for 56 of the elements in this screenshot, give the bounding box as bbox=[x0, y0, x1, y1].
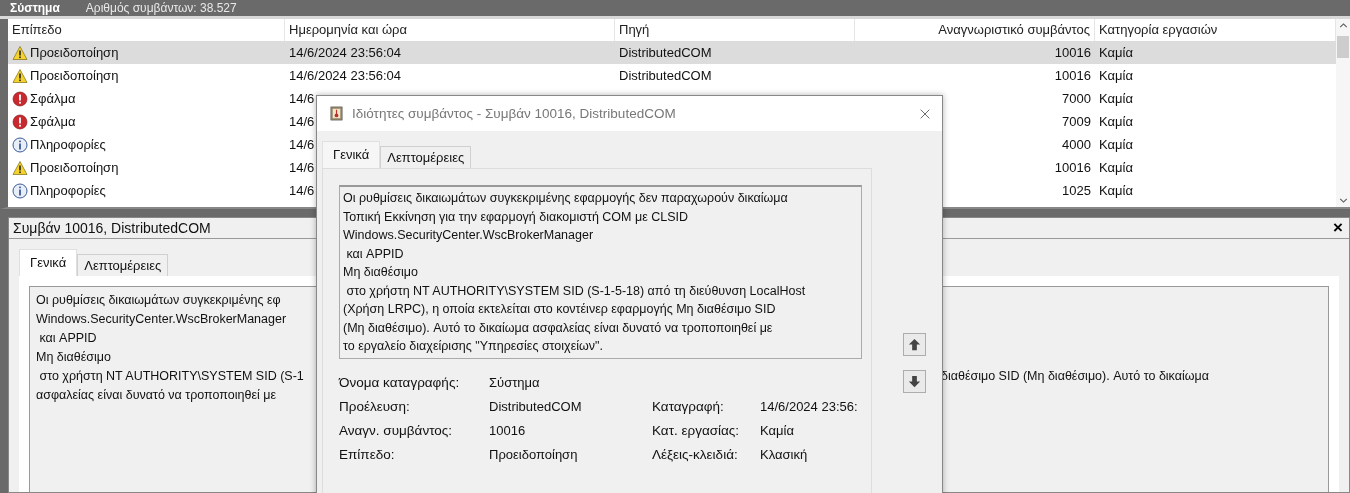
field-value: Σύστημα bbox=[489, 374, 541, 390]
description-text: Οι ρυθμίσεις δικαιωμάτων συγκεκριμένης εφ bbox=[36, 292, 282, 309]
table-cell: 14/6 bbox=[289, 114, 315, 129]
table-cell: 10016 bbox=[1054, 45, 1091, 60]
table-cell: 1025 bbox=[1062, 183, 1091, 198]
table-cell: 10016 bbox=[1054, 68, 1091, 83]
field-value: 10016 bbox=[489, 422, 527, 438]
field-value: Καμία bbox=[760, 422, 795, 438]
table-cell: 14/6 bbox=[289, 160, 315, 175]
table-cell: 10016 bbox=[1054, 160, 1091, 175]
table-cell: 14/6/2024 23:56:04 bbox=[289, 68, 402, 83]
field-value: 14/6/2024 23:56: bbox=[760, 398, 859, 414]
description-text: Οι ρυθμίσεις δικαιωμάτων συγκεκριμένης εφαρμογής δεν παραχωρούν δικαίωμα Τοπική Εκκίνηση για την εφαρμογή διακομιστή COM με CLSID Windows.SecurityCenter.WscBrokerManager και APPID Μη διαθέσιμο στο χρήστη NT AUTHORITY\SYSTEM SID (S-1-5-18) από τη διεύθυνση LocalHost (Χρήση LRPC), η οποία εκτελείται στο κοντέινερ εφαρμογής Μη διαθέσιμο SID (Μη διαθέσιμο). Αυτό το δικαίωμα ασφαλείας είναι δυνατό να τροποποιηθεί με το εργαλείο διαχείρισης "Υπηρεσίες στοιχείων". bbox=[339, 185, 862, 359]
table-cell: 14/6 bbox=[289, 91, 315, 106]
table-cell: Καμία bbox=[1099, 137, 1133, 152]
table-cell: Καμία bbox=[1099, 160, 1133, 175]
table-cell: 14/6 bbox=[289, 137, 315, 152]
field-label: Λέξεις-κλειδιά: bbox=[652, 446, 739, 462]
description-text: στο χρήστη NT AUTHORITY\SYSTEM SID (S-1 bbox=[38, 368, 305, 385]
table-cell: DistributedCOM bbox=[619, 45, 712, 60]
table-cell: Καμία bbox=[1099, 114, 1133, 129]
pane-title: Συμβάν 10016, DistributedCOM bbox=[13, 220, 211, 236]
table-cell: Προειδοποίηση bbox=[30, 68, 119, 83]
field-label: Επίπεδο: bbox=[339, 446, 396, 462]
table-cell: Προειδοποίηση bbox=[30, 45, 119, 60]
table-cell: 14/6 bbox=[289, 183, 315, 198]
event-count: Αριθμός συμβάντων: 38.527 bbox=[85, 1, 237, 15]
description-text: Μη διαθέσιμο bbox=[36, 349, 112, 366]
table-cell: Προειδοποίηση bbox=[30, 160, 119, 175]
field-value: DistributedCOM bbox=[489, 398, 583, 414]
table-cell: 7000 bbox=[1062, 91, 1091, 106]
table-cell: 7009 bbox=[1062, 114, 1091, 129]
table-cell: 14/6/2024 23:56:04 bbox=[289, 45, 402, 60]
log-title: Σύστημα bbox=[10, 1, 60, 15]
table-cell: Σφάλμα bbox=[30, 114, 76, 129]
description-text: διαθέσιμο SID (Μη διαθέσιμο). Αυτό το δικαίωμα bbox=[941, 368, 1209, 385]
field-label: Προέλευση: bbox=[339, 398, 411, 414]
field-label: Καταγραφή: bbox=[652, 398, 725, 414]
table-cell: Πληροφορίες bbox=[30, 183, 106, 198]
table-cell: 4000 bbox=[1062, 137, 1091, 152]
table-cell: Καμία bbox=[1099, 183, 1133, 198]
field-value: Κλασική bbox=[760, 446, 809, 462]
table-cell: Καμία bbox=[1099, 91, 1133, 106]
table-cell: Σφάλμα bbox=[30, 91, 76, 106]
description-text: ασφαλείας είναι δυνατό να τροποποιηθεί με bbox=[36, 387, 277, 404]
description-text: Windows.SecurityCenter.WscBrokerManager bbox=[36, 311, 288, 328]
table-cell: Καμία bbox=[1099, 45, 1133, 60]
dialog-title: Ιδιότητες συμβάντος - Συμβάν 10016, DistributedCOM bbox=[352, 106, 677, 121]
table-cell: DistributedCOM bbox=[619, 68, 712, 83]
description-text: και APPID bbox=[38, 330, 98, 347]
table-cell: Καμία bbox=[1099, 68, 1133, 83]
field-label: Κατ. εργασίας: bbox=[652, 422, 741, 438]
field-value: Προειδοποίηση bbox=[489, 446, 579, 462]
field-label: Όνομα καταγραφής: bbox=[339, 374, 461, 390]
field-label: Αναγν. συμβάντος: bbox=[339, 422, 454, 438]
table-cell: Πληροφορίες bbox=[30, 137, 106, 152]
